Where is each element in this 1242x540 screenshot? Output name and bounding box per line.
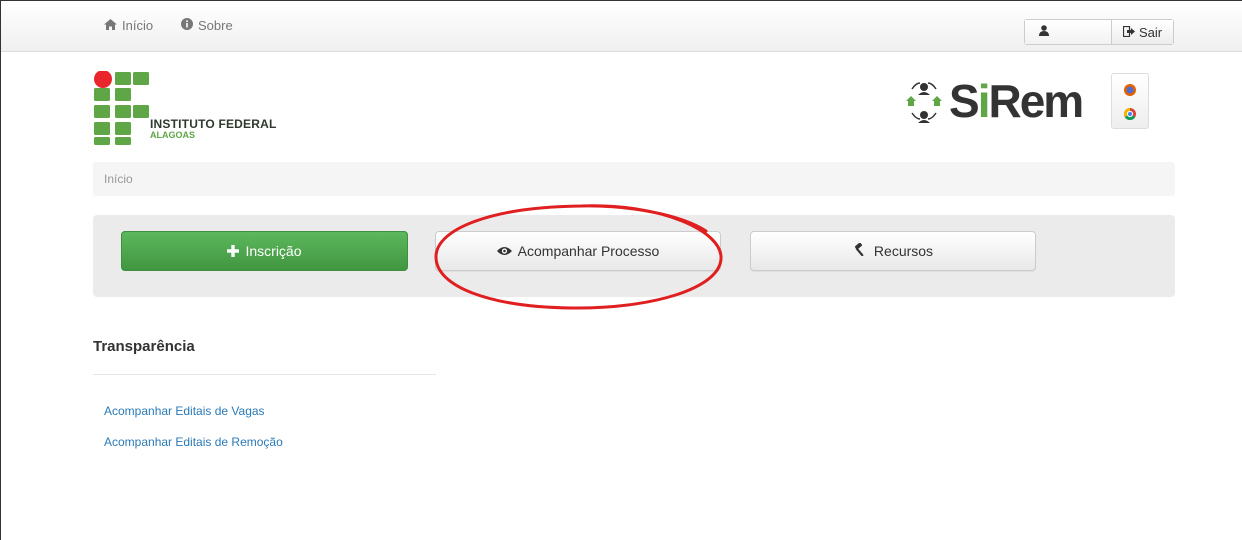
acompanhar-label: Acompanhar Processo xyxy=(517,243,660,259)
plus-icon xyxy=(227,242,240,260)
eye-icon xyxy=(496,243,512,259)
supported-browsers xyxy=(1111,73,1149,129)
chrome-icon xyxy=(1123,108,1136,121)
breadcrumb-current: Início xyxy=(104,172,133,186)
recursos-label: Recursos xyxy=(873,243,934,259)
logout-label: Sair xyxy=(1138,24,1163,40)
sirem-logo: SiRem xyxy=(906,75,1084,127)
institution-state: ALAGOAS xyxy=(150,130,195,140)
people-network-icon xyxy=(906,82,942,123)
breadcrumb: Início xyxy=(93,162,1175,196)
nav-home-link[interactable]: Início xyxy=(104,18,153,33)
logout-icon xyxy=(1122,25,1135,40)
user-menu: Sair xyxy=(1024,19,1174,45)
logout-button[interactable]: Sair xyxy=(1111,20,1173,44)
gavel-icon xyxy=(853,242,868,259)
user-icon xyxy=(1039,23,1049,41)
editais-remocao-link[interactable]: Acompanhar Editais de Remoção xyxy=(104,435,283,449)
user-button[interactable] xyxy=(1025,20,1111,44)
institution-name: INSTITUTO FEDERAL xyxy=(150,117,277,131)
info-circle-icon xyxy=(181,18,193,33)
recursos-button[interactable]: Recursos xyxy=(750,231,1036,271)
section-divider xyxy=(93,374,436,375)
nav-about-label: Sobre xyxy=(198,18,233,33)
inscricao-label: Inscrição xyxy=(245,243,302,259)
sirem-wordmark: SiRem xyxy=(949,75,1082,127)
home-icon xyxy=(104,18,117,33)
top-navbar: Início Sobre Sair xyxy=(1,1,1242,52)
acompanhar-processo-button[interactable]: Acompanhar Processo xyxy=(435,231,721,271)
nav-about-link[interactable]: Sobre xyxy=(181,18,233,33)
editais-vagas-link[interactable]: Acompanhar Editais de Vagas xyxy=(104,404,265,418)
transparency-title: Transparência xyxy=(93,338,195,355)
nav-home-label: Início xyxy=(122,18,154,33)
firefox-icon xyxy=(1124,84,1136,96)
inscricao-button[interactable]: Inscrição xyxy=(121,231,408,271)
action-panel: Inscrição Acompanhar Processo Recursos xyxy=(93,215,1175,297)
